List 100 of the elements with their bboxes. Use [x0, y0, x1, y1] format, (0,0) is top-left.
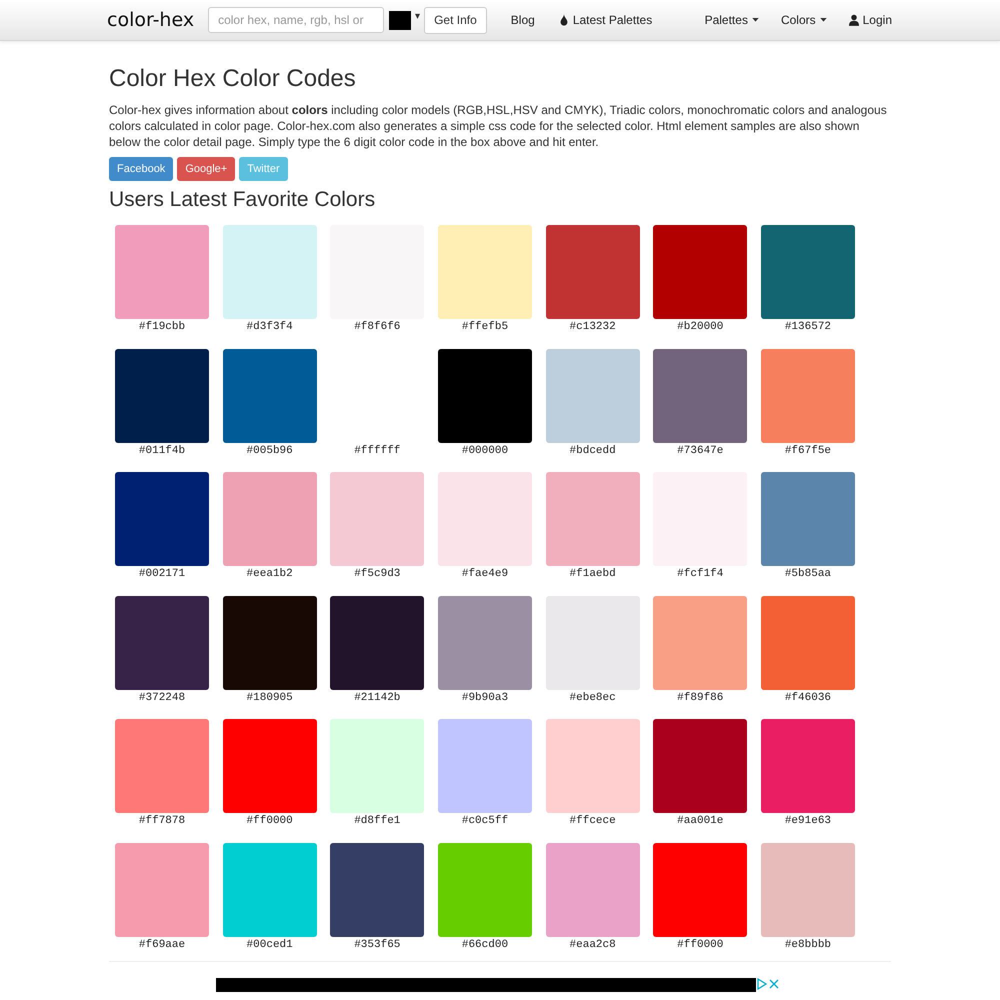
color-code[interactable]: #ffefb5 [462, 321, 508, 333]
logo[interactable]: color-hex [107, 9, 194, 31]
color-code[interactable]: #fae4e9 [462, 568, 508, 580]
color-code[interactable]: #73647e [677, 444, 724, 456]
color-code[interactable]: #f19cbb [138, 321, 186, 333]
drop-icon [558, 14, 569, 26]
color-code[interactable]: #005b96 [246, 444, 293, 456]
color-swatch[interactable] [115, 472, 209, 566]
color-swatch[interactable] [115, 225, 209, 319]
section-title: Users Latest Favorite Colors [109, 188, 376, 212]
color-code[interactable]: #ff7878 [138, 815, 186, 827]
get-info-button[interactable]: Get Info [424, 6, 487, 34]
color-swatch[interactable] [438, 348, 532, 442]
color-swatch[interactable] [546, 348, 640, 442]
color-swatch[interactable] [546, 472, 640, 566]
search-field[interactable]: color hex, name, rgb, hsl or [208, 7, 384, 33]
color-code[interactable]: #d8ffe1 [354, 815, 400, 827]
color-code[interactable]: #000000 [462, 444, 508, 456]
color-swatch[interactable] [222, 225, 317, 319]
color-swatch[interactable] [760, 596, 855, 690]
color-swatch[interactable] [438, 225, 532, 319]
color-swatch[interactable] [760, 842, 855, 936]
play-icon[interactable] [756, 978, 768, 990]
color-code[interactable]: #f1aebd [570, 568, 616, 580]
color-swatch[interactable] [222, 472, 317, 566]
color-swatch[interactable] [760, 348, 855, 442]
color-swatch[interactable] [222, 596, 317, 690]
color-code[interactable]: #eaa2c8 [570, 938, 616, 950]
color-swatch[interactable] [653, 348, 748, 442]
color-swatch[interactable] [546, 719, 640, 813]
color-code[interactable]: #ff0000 [246, 815, 293, 827]
color-code[interactable]: #eea1b2 [246, 568, 293, 580]
color-code[interactable]: #ebe8ec [570, 692, 616, 704]
close-icon[interactable] [768, 978, 780, 990]
color-code[interactable]: #ff0000 [677, 938, 724, 950]
nav-link[interactable]: Palettes [704, 13, 759, 27]
color-code[interactable]: #f67f5e [784, 444, 832, 456]
color-swatch[interactable] [330, 719, 424, 813]
color-code[interactable]: #e91e63 [784, 815, 832, 827]
color-code[interactable]: #136572 [784, 321, 832, 333]
color-swatch[interactable] [653, 225, 748, 319]
color-code[interactable]: #f46036 [784, 692, 832, 704]
color-code[interactable]: #c13232 [570, 321, 616, 333]
color-code[interactable]: #b20000 [677, 321, 724, 333]
color-code[interactable]: #f8f6f6 [354, 321, 400, 333]
color-swatch[interactable] [546, 842, 640, 936]
color-code[interactable]: #f69aae [138, 938, 186, 950]
color-swatch[interactable] [115, 719, 209, 813]
color-code[interactable]: #9b90a3 [462, 692, 508, 704]
color-code[interactable]: #ffffff [354, 444, 400, 456]
color-swatch[interactable] [760, 719, 855, 813]
color-code[interactable]: #372248 [138, 692, 186, 704]
color-swatch[interactable] [653, 842, 748, 936]
nav-link[interactable]: Colors [780, 13, 827, 27]
color-swatch[interactable] [438, 719, 532, 813]
color-swatch[interactable] [330, 842, 424, 936]
color-swatch[interactable] [653, 719, 748, 813]
color-swatch[interactable] [115, 596, 209, 690]
caret-icon [820, 18, 827, 22]
color-swatch[interactable] [760, 472, 855, 566]
nav-link[interactable]: Blog [510, 13, 535, 27]
color-picker[interactable] [389, 10, 412, 30]
caret-icon[interactable]: ▾ [415, 10, 420, 22]
color-code[interactable]: #d3f3f4 [246, 321, 293, 333]
color-code[interactable]: #ffcece [570, 815, 616, 827]
color-swatch[interactable] [546, 225, 640, 319]
color-code[interactable]: #00ced1 [246, 938, 293, 950]
color-swatch[interactable] [653, 596, 748, 690]
color-swatch[interactable] [438, 472, 532, 566]
color-swatch[interactable] [222, 842, 317, 936]
color-code[interactable]: #011f4b [138, 444, 186, 456]
color-swatch[interactable] [222, 348, 317, 442]
color-code[interactable]: #66cd00 [462, 938, 508, 950]
nav-link[interactable]: Latest Palettes [558, 13, 652, 27]
color-swatch[interactable] [438, 842, 532, 936]
color-code[interactable]: #e8bbbb [784, 938, 832, 950]
share-button[interactable]: Google+ [177, 157, 236, 181]
color-code[interactable]: #21142b [354, 692, 400, 704]
color-swatch[interactable] [222, 719, 317, 813]
color-swatch[interactable] [330, 472, 424, 566]
color-code[interactable]: #5b85aa [784, 568, 832, 580]
color-code[interactable]: #c0c5ff [462, 815, 508, 827]
color-swatch[interactable] [760, 225, 855, 319]
color-code[interactable]: #002171 [138, 568, 186, 580]
color-code[interactable]: #aa001e [677, 815, 724, 827]
color-code[interactable]: #fcf1f4 [677, 568, 724, 580]
intro-text: Color-hex gives information about colors including color models (RGB,HSL,HSV and CMYK), Triadic colors, monochromatic colors and analogous colors calculated in color page. Color-hex.com also generates a simple css code for the selected color. Html element samples are also shown below the color detail page. Simply type the 6 digit color code in the box above and hit enter. [109, 102, 888, 150]
color-code[interactable]: #f89f86 [677, 692, 724, 704]
color-code[interactable]: #180905 [246, 692, 293, 704]
share-button[interactable]: Facebook [109, 157, 174, 181]
color-code[interactable]: #bdcedd [570, 444, 616, 456]
color-swatch[interactable] [115, 348, 209, 442]
color-code[interactable]: #f5c9d3 [354, 568, 400, 580]
color-swatch[interactable] [115, 842, 209, 936]
color-swatch[interactable] [330, 596, 424, 690]
color-code[interactable]: #353f65 [354, 938, 400, 950]
nav-link[interactable]: Login [848, 13, 892, 27]
user-icon [848, 14, 859, 26]
color-swatch[interactable] [438, 596, 532, 690]
caret-icon [752, 18, 759, 22]
